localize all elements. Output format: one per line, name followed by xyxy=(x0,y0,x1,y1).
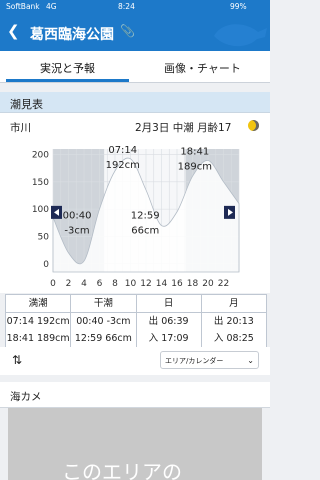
y-tick-label: 200 xyxy=(32,150,49,160)
y-tick-label: 100 xyxy=(32,205,49,215)
table-cell: 入 08:25 xyxy=(213,333,254,344)
carrier-text: SoftBank xyxy=(6,2,40,11)
annotation-height: 66cm xyxy=(131,225,159,236)
arrow-left-icon[interactable] xyxy=(51,205,62,219)
x-tick-label: 8 xyxy=(112,279,118,289)
camera-preview[interactable]: このエリアの xyxy=(8,408,262,480)
active-tab-indicator xyxy=(6,79,129,82)
x-tick-label: 20 xyxy=(202,279,214,289)
annotation-time: 00:40 xyxy=(63,210,92,221)
tide-type: 中潮 xyxy=(172,122,194,134)
top-nav: ❮ 葛西臨海公園 📎 xyxy=(0,14,270,51)
y-tick-label: 150 xyxy=(32,178,49,188)
header-low-tide: 干潮 xyxy=(71,295,137,312)
table-row: 07:14 192cm 00:40 -3cm 出 06:39 出 20:13 xyxy=(6,313,266,330)
table-header-row: 満潮 干潮 日 月 xyxy=(6,295,266,313)
x-tick-label: 12 xyxy=(140,279,151,289)
x-tick-label: 22 xyxy=(218,279,229,289)
annotation-time: 12:59 xyxy=(131,210,160,221)
x-tick-label: 0 xyxy=(50,279,56,289)
table-cell: 00:40 -3cm xyxy=(71,313,137,330)
header-high-tide: 満潮 xyxy=(6,295,72,312)
section-title: 潮見表 xyxy=(10,98,43,111)
tide-date: 2月3日 xyxy=(135,122,170,134)
table-cell: 18:41 189cm xyxy=(6,330,72,347)
arrow-right-icon[interactable] xyxy=(224,205,235,219)
tab-images-charts[interactable]: 画像・チャート xyxy=(135,60,270,76)
table-cell: 07:14 192cm xyxy=(6,313,72,330)
clock-text: 8:24 xyxy=(118,2,135,11)
annotation-time: 07:14 xyxy=(108,145,137,156)
tab-forecast[interactable]: 実況と予報 xyxy=(0,60,135,76)
select-label: エリア/カレンダー xyxy=(165,357,224,365)
tide-section-header: 潮見表 xyxy=(0,92,270,113)
camera-overlay-text: このエリアの xyxy=(62,460,182,480)
table-cell: 出 06:39 xyxy=(137,313,202,330)
table-row: 18:41 189cm 12:59 66cm 入 17:09 入 08:25 xyxy=(6,330,266,347)
annotation-time: 18:41 xyxy=(180,146,209,157)
tide-location: 市川 xyxy=(10,122,31,134)
camera-title: 海カメ xyxy=(10,391,42,403)
y-tick-label: 0 xyxy=(43,260,49,270)
table-cell: 出 20:13 xyxy=(213,316,254,327)
x-tick-label: 14 xyxy=(156,279,168,289)
tab-bar: 実況と予報 画像・チャート xyxy=(0,51,270,83)
swap-icon[interactable]: ⇅ xyxy=(12,353,22,367)
x-tick-label: 4 xyxy=(81,279,87,289)
chevron-down-icon: ⌄ xyxy=(247,356,254,365)
camera-section-header: 海カメ xyxy=(0,382,270,408)
paperclip-icon[interactable]: 📎 xyxy=(120,24,135,38)
moon-age: 月齢17 xyxy=(197,122,232,134)
tools-row: ⇅ エリア/カレンダー ⌄ xyxy=(0,347,270,375)
table-cell: 12:59 66cm xyxy=(71,330,137,347)
moon-phase-icon xyxy=(248,120,259,131)
x-tick-label: 10 xyxy=(125,279,137,289)
tide-date-info: 2月3日 中潮 月齢17 xyxy=(135,120,231,135)
annotation-height: 189cm xyxy=(178,161,212,172)
header-moon: 月 xyxy=(229,298,239,309)
x-tick-label: 2 xyxy=(66,279,72,289)
status-bar: SoftBank 4G 8:24 99% xyxy=(0,0,270,14)
page-title: 葛西臨海公園 xyxy=(30,27,114,43)
table-cell: 入 17:09 xyxy=(137,330,202,347)
x-tick-label: 18 xyxy=(187,279,199,289)
tide-header: 市川 2月3日 中潮 月齢17 xyxy=(0,113,270,141)
whale-icon xyxy=(214,24,267,47)
battery-text: 99% xyxy=(230,2,247,11)
tide-table: 満潮 干潮 日 月 07:14 192cm 00:40 -3cm 出 06:39… xyxy=(5,294,267,348)
area-calendar-select[interactable]: エリア/カレンダー ⌄ xyxy=(160,351,259,369)
chevron-left-icon[interactable]: ❮ xyxy=(7,22,20,40)
tide-chart: 0 50 100 150 200 0 2 4 6 8 10 12 14 16 18 20 22 07:14 192c… xyxy=(0,141,270,293)
network-text: 4G xyxy=(46,2,57,11)
annotation-height: 192cm xyxy=(106,160,140,171)
x-tick-label: 6 xyxy=(97,279,103,289)
y-tick-label: 50 xyxy=(38,232,50,242)
x-tick-label: 16 xyxy=(171,279,183,289)
header-sun: 日 xyxy=(137,295,202,312)
tide-chart-svg: 0501001502000 2 4 6 8 10 12 14 16 18 20 2207:14192c… xyxy=(32,145,240,289)
annotation-height: -3cm xyxy=(64,225,89,236)
